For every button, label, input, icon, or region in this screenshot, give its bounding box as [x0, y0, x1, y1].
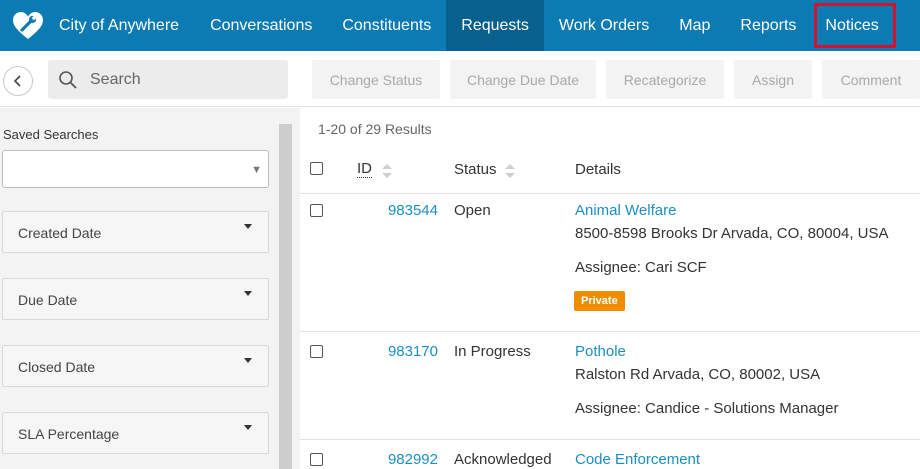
- assign-button[interactable]: Assign: [734, 60, 812, 99]
- filter-label: Due Date: [18, 292, 78, 308]
- filter-label: Closed Date: [18, 359, 96, 375]
- request-status: Acknowledged: [454, 451, 552, 468]
- toolbar: Change Status Change Due Date Recategori…: [0, 51, 920, 107]
- divider: [300, 193, 920, 194]
- request-assignee: Assignee: Candice - Solutions Manager: [575, 400, 839, 417]
- recategorize-button[interactable]: Recategorize: [606, 60, 724, 99]
- column-header-status[interactable]: Status: [454, 161, 497, 178]
- chevron-left-icon: [13, 75, 21, 87]
- request-id-link[interactable]: 983544: [378, 202, 438, 219]
- filter-label: Created Date: [18, 225, 102, 241]
- nav-conversations[interactable]: Conversations: [195, 0, 327, 51]
- request-id-link[interactable]: 983170: [378, 343, 438, 360]
- request-assignee: Assignee: Cari SCF: [575, 259, 707, 276]
- caret-down-icon: [244, 425, 252, 430]
- request-address: Ralston Rd Arvada, CO, 80002, USA: [575, 366, 821, 383]
- top-nav: City of Anywhere Conversations Constitue…: [0, 0, 920, 51]
- request-address: 8500-8598 Brooks Dr Arvada, CO, 80004, U…: [575, 225, 889, 242]
- filter-label: SLA Percentage: [18, 426, 120, 442]
- column-header-id[interactable]: ID: [357, 161, 372, 178]
- saved-searches-select[interactable]: ▼: [2, 150, 269, 188]
- brand-name: City of Anywhere: [59, 16, 180, 34]
- change-status-button[interactable]: Change Status: [312, 60, 440, 99]
- request-category-link[interactable]: Code Enforcement: [575, 451, 700, 468]
- request-status: Open: [454, 202, 491, 219]
- nav-constituents[interactable]: Constituents: [327, 0, 446, 51]
- caret-down-icon: [244, 224, 252, 229]
- sort-icon[interactable]: [381, 162, 393, 180]
- filter-sidebar: Saved Searches ▼ Created Date Due Date C…: [0, 108, 300, 469]
- change-due-date-button[interactable]: Change Due Date: [450, 60, 596, 99]
- request-id-link[interactable]: 982992: [378, 451, 438, 468]
- nav-work-orders[interactable]: Work Orders: [544, 0, 664, 51]
- filter-due-date[interactable]: Due Date: [2, 278, 269, 320]
- saved-searches-label: Saved Searches: [3, 127, 99, 142]
- caret-down-icon: ▼: [251, 164, 262, 176]
- nav-map[interactable]: Map: [664, 0, 725, 51]
- private-badge: Private: [574, 291, 625, 311]
- heart-wrench-icon: [12, 10, 44, 42]
- comment-button[interactable]: Comment: [822, 60, 920, 99]
- filter-created-date[interactable]: Created Date: [2, 211, 269, 253]
- back-button[interactable]: [3, 66, 33, 96]
- nav-requests[interactable]: Requests: [446, 0, 544, 51]
- results-count: 1-20 of 29 Results: [318, 121, 432, 137]
- caret-down-icon: [244, 291, 252, 296]
- search-icon: [59, 70, 77, 89]
- sort-icon[interactable]: [504, 162, 516, 180]
- select-all-checkbox[interactable]: [310, 162, 323, 175]
- filter-closed-date[interactable]: Closed Date: [2, 345, 269, 387]
- request-category-link[interactable]: Animal Welfare: [575, 202, 676, 219]
- search-box: [48, 60, 288, 99]
- search-input[interactable]: [90, 70, 280, 89]
- row-checkbox[interactable]: [310, 345, 323, 358]
- divider: [300, 331, 920, 332]
- row-checkbox[interactable]: [310, 453, 323, 466]
- caret-down-icon: [244, 358, 252, 363]
- request-status: In Progress: [454, 343, 531, 360]
- row-checkbox[interactable]: [310, 204, 323, 217]
- results-panel: 1-20 of 29 Results ID Status Details 983…: [300, 108, 920, 469]
- sidebar-scrollbar[interactable]: [279, 124, 292, 469]
- request-category-link[interactable]: Pothole: [575, 343, 626, 360]
- nav-reports[interactable]: Reports: [725, 0, 811, 51]
- brand[interactable]: City of Anywhere: [0, 0, 195, 51]
- column-header-details: Details: [575, 161, 621, 178]
- nav-notices[interactable]: Notices: [811, 0, 898, 51]
- divider: [300, 439, 920, 440]
- filter-sla-percentage[interactable]: SLA Percentage: [2, 412, 269, 454]
